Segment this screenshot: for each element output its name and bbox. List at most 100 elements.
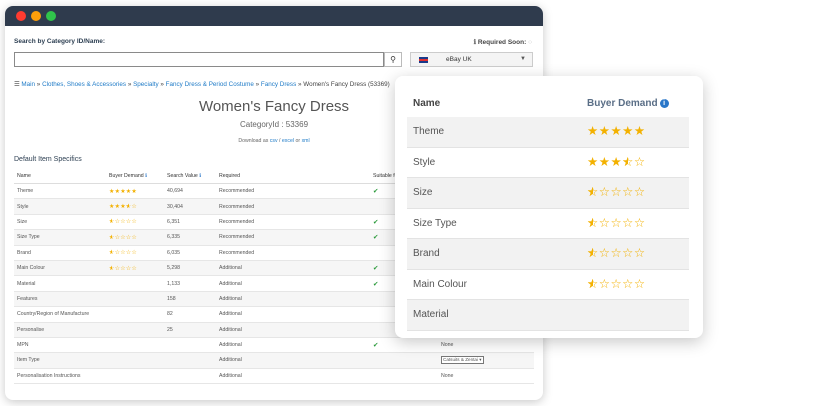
maximize-window-button[interactable] bbox=[46, 11, 56, 21]
cell-demand: ★★★★★ bbox=[106, 183, 164, 200]
star-rating: ☆☆☆☆☆ bbox=[587, 215, 646, 230]
toggle-circle-icon[interactable]: ○ bbox=[528, 39, 532, 46]
info-icon: ℹ bbox=[145, 172, 148, 179]
cell-required: Additional bbox=[216, 275, 370, 292]
breadcrumb-link[interactable]: Fancy Dress & Period Costume bbox=[166, 81, 254, 88]
table-row: Personalisation Instructions Additional No… bbox=[14, 368, 534, 385]
info-icon[interactable]: i bbox=[659, 99, 669, 108]
cell-value-wrap: None bbox=[438, 337, 534, 354]
popup-row-name: Material bbox=[413, 309, 449, 320]
cell-demand: ☆☆☆☆☆ bbox=[106, 245, 164, 261]
cell-name: Brand bbox=[14, 245, 106, 261]
star-rating: ☆☆☆☆☆ bbox=[587, 184, 646, 199]
cell-suitable bbox=[370, 368, 438, 385]
cell-required: Additional bbox=[216, 337, 370, 354]
popup-row: Brand☆☆☆☆☆ bbox=[407, 239, 689, 270]
marketplace-select[interactable]: eBay UK ▼ bbox=[410, 52, 533, 67]
category-search-input[interactable] bbox=[14, 52, 384, 67]
search-button[interactable]: ⚲ bbox=[384, 52, 402, 67]
table-row: MPN Additional ✔ None bbox=[14, 337, 534, 354]
cell-demand bbox=[106, 291, 164, 308]
download-excel-link[interactable]: excel bbox=[282, 138, 294, 144]
cell-search-value: 30,404 bbox=[164, 198, 216, 215]
marketplace-value: eBay UK bbox=[446, 56, 472, 63]
star-empty-icon: ☆ bbox=[633, 276, 646, 291]
close-window-button[interactable] bbox=[16, 11, 26, 21]
cell-name: Theme bbox=[14, 183, 106, 200]
popup-row: Size Type ☆☆☆☆☆ bbox=[407, 209, 689, 239]
star-rating: ★★★★★ bbox=[587, 123, 646, 138]
cell-demand: ★★★☆☆ bbox=[106, 198, 164, 215]
col-search-value-label: Search Value bbox=[167, 172, 198, 179]
list-icon: ☰ bbox=[14, 81, 20, 88]
cell-search-value bbox=[164, 368, 216, 385]
cell-demand bbox=[106, 322, 164, 338]
star-empty-icon: ☆ bbox=[610, 185, 623, 199]
popup-row: Size☆☆☆☆☆ bbox=[407, 178, 689, 209]
popup-row-name: Main Colour bbox=[413, 278, 467, 290]
cell-search-value: 25 bbox=[164, 322, 216, 338]
breadcrumb-separator: » bbox=[158, 81, 166, 88]
check-icon: ✔ bbox=[373, 280, 379, 288]
item-type-select[interactable]: Catsuits & Zentai ▾ bbox=[441, 356, 484, 365]
star-half-icon: ☆ bbox=[109, 218, 115, 225]
cell-search-value: 158 bbox=[164, 291, 216, 308]
star-empty-icon: ☆ bbox=[622, 276, 634, 291]
popup-row: Material bbox=[407, 300, 689, 331]
star-half-icon: ☆ bbox=[587, 245, 599, 260]
star-full-icon: ★ bbox=[598, 154, 611, 169]
cell-required: Additional bbox=[216, 291, 370, 308]
breadcrumb-current: Women's Fancy Dress (53369) bbox=[303, 81, 390, 88]
col-required: Required bbox=[216, 168, 370, 184]
star-empty-icon: ☆ bbox=[598, 246, 611, 260]
check-icon: ✔ bbox=[373, 342, 379, 350]
cell-name: Features bbox=[14, 291, 106, 308]
star-half-icon: ☆ bbox=[587, 276, 599, 291]
star-half-icon: ☆ bbox=[109, 234, 115, 241]
star-empty-icon: ☆ bbox=[610, 215, 623, 230]
popup-row: Theme ★★★★★ bbox=[407, 117, 689, 148]
popup-header-demand-label: Buyer Demand bbox=[587, 98, 658, 109]
star-empty-icon: ☆ bbox=[131, 250, 137, 257]
table-row: Item Type Additional Catsuits & Zentai ▾ bbox=[14, 352, 534, 369]
cell-name: Material bbox=[14, 275, 106, 292]
star-rating: ☆☆☆☆☆ bbox=[109, 218, 137, 225]
popup-row: Main Colour☆☆☆☆☆ bbox=[407, 270, 689, 300]
star-empty-icon: ☆ bbox=[633, 246, 646, 260]
star-empty-icon: ☆ bbox=[131, 265, 137, 272]
popup-header-name: Name bbox=[413, 98, 441, 109]
download-xml-link[interactable]: xml bbox=[302, 138, 310, 144]
star-rating: ☆☆☆☆☆ bbox=[109, 265, 137, 272]
cell-required: Additional bbox=[216, 368, 370, 385]
star-rating: ★★★☆☆ bbox=[587, 154, 646, 169]
star-rating: ★★★☆☆ bbox=[109, 203, 137, 211]
breadcrumb-link[interactable]: Main bbox=[21, 81, 35, 88]
star-full-icon: ★ bbox=[131, 188, 137, 195]
cell-name: Item Type bbox=[14, 352, 106, 369]
check-icon: ✔ bbox=[373, 265, 379, 273]
star-empty-icon: ☆ bbox=[131, 204, 137, 211]
cell-search-value: 6,035 bbox=[164, 245, 216, 261]
chevron-down-icon: ▼ bbox=[520, 56, 526, 62]
col-buyer-demand-label: Buyer Demand bbox=[109, 172, 144, 179]
popup-header: Name Buyer Demand i bbox=[395, 76, 703, 117]
star-half-icon: ☆ bbox=[622, 154, 634, 169]
col-name: Name bbox=[14, 168, 106, 184]
popup-row-name: Size Type bbox=[413, 217, 457, 229]
cell-name: Size Type bbox=[14, 229, 106, 246]
breadcrumb-link[interactable]: Fancy Dress bbox=[261, 81, 296, 88]
required-soon-text: Required Soon: bbox=[477, 39, 527, 46]
cell-demand: ☆☆☆☆☆ bbox=[106, 260, 164, 277]
star-empty-icon: ☆ bbox=[622, 185, 634, 199]
minimize-window-button[interactable] bbox=[31, 11, 41, 21]
popup-row-name: Style bbox=[413, 156, 436, 168]
download-csv-link[interactable]: csv bbox=[270, 138, 278, 144]
breadcrumb-link[interactable]: Specialty bbox=[133, 81, 159, 88]
cell-search-value: 6,351 bbox=[164, 214, 216, 231]
star-empty-icon: ☆ bbox=[598, 185, 611, 199]
star-empty-icon: ☆ bbox=[622, 215, 634, 230]
breadcrumb-link[interactable]: Clothes, Shoes & Accessories bbox=[42, 81, 126, 88]
star-empty-icon: ☆ bbox=[622, 246, 634, 260]
cell-search-value: 82 bbox=[164, 306, 216, 323]
cell-name: Size bbox=[14, 214, 106, 231]
